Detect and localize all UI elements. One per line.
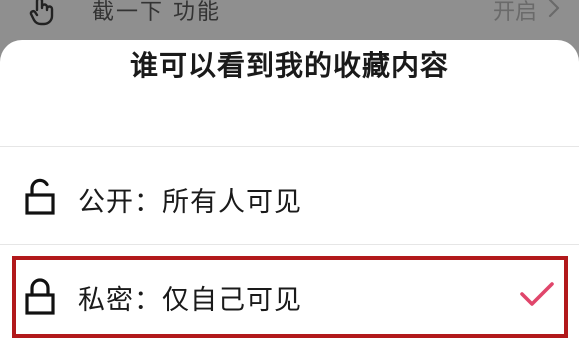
highlight-annotation-box <box>12 256 568 338</box>
sheet-title: 谁可以看到我的收藏内容 <box>129 49 449 82</box>
background-row-label: 截一下 功能 <box>92 0 221 25</box>
background-settings-row: 截一下 功能 开启 <box>0 0 579 40</box>
option-public-label: 公开：所有人可见 <box>78 187 302 218</box>
unlocked-padlock-icon <box>25 178 55 215</box>
checkmark-icon <box>520 282 554 306</box>
option-divider <box>0 244 579 245</box>
background-row-status: 开启 <box>492 0 537 25</box>
option-public[interactable]: 公开：所有人可见 <box>0 154 579 244</box>
title-divider <box>0 146 579 147</box>
chevron-right-icon <box>548 0 560 18</box>
hand-pointer-icon <box>29 0 54 26</box>
